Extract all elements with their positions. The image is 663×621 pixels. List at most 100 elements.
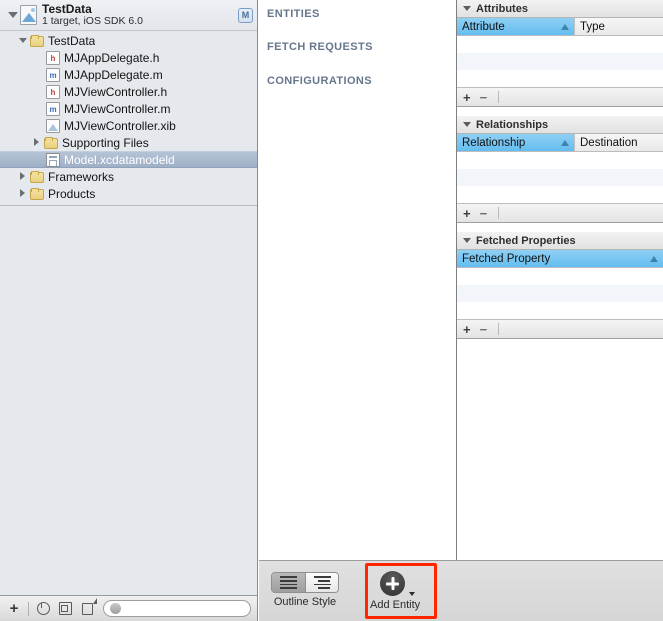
attributes-panel-footer[interactable]: + − bbox=[457, 87, 663, 106]
list-item-label: MJAppDelegate.m bbox=[64, 67, 163, 82]
fetched-properties-panel: Fetched Properties Fetched Property + − bbox=[457, 232, 663, 339]
folder-icon bbox=[30, 35, 44, 47]
section-entities[interactable]: ENTITIES bbox=[259, 8, 455, 20]
header-file-icon: h bbox=[46, 50, 60, 65]
fetched-properties-panel-header[interactable]: Fetched Properties bbox=[457, 232, 663, 250]
column-destination-label: Destination bbox=[580, 136, 638, 149]
footer-divider bbox=[498, 323, 500, 335]
list-item-label: Supporting Files bbox=[62, 135, 149, 150]
table-row[interactable] bbox=[457, 152, 663, 169]
list-item-selected[interactable]: Model.xcdatamodeld bbox=[0, 151, 257, 168]
list-item[interactable]: Frameworks bbox=[0, 168, 257, 185]
search-input[interactable] bbox=[103, 600, 251, 617]
add-relationship-button[interactable]: + bbox=[463, 207, 471, 220]
list-item[interactable]: m MJAppDelegate.m bbox=[0, 66, 257, 83]
column-fetched-property[interactable]: Fetched Property bbox=[457, 250, 663, 267]
remove-fetched-property-button[interactable]: − bbox=[480, 323, 488, 336]
datamodel-inspector[interactable]: Attributes Attribute Type + − Relationsh… bbox=[456, 0, 663, 560]
list-item[interactable]: h MJViewController.h bbox=[0, 83, 257, 100]
column-destination[interactable]: Destination bbox=[575, 134, 663, 151]
remove-relationship-button[interactable]: − bbox=[480, 207, 488, 220]
panel-spacer bbox=[457, 107, 663, 116]
chevron-right-icon[interactable] bbox=[31, 136, 44, 149]
outline-style-segmented-control[interactable] bbox=[271, 572, 339, 593]
edit-filter-icon[interactable] bbox=[79, 601, 95, 617]
attributes-panel-header[interactable]: Attributes bbox=[457, 0, 663, 18]
folder-icon bbox=[30, 171, 44, 183]
list-item[interactable]: h MJAppDelegate.h bbox=[0, 49, 257, 66]
add-entity-icon[interactable] bbox=[380, 571, 406, 596]
fetched-properties-column-header[interactable]: Fetched Property bbox=[457, 250, 663, 268]
graph-style-icon bbox=[313, 576, 331, 589]
chevron-down-icon[interactable] bbox=[463, 6, 471, 11]
table-row[interactable] bbox=[457, 36, 663, 53]
add-icon[interactable] bbox=[6, 601, 22, 617]
modified-badge: M bbox=[238, 7, 253, 23]
chevron-down-icon[interactable] bbox=[463, 238, 471, 243]
relationships-panel-footer[interactable]: + − bbox=[457, 203, 663, 222]
add-fetched-property-button[interactable]: + bbox=[463, 323, 471, 336]
navigator-divider bbox=[0, 205, 257, 206]
fetched-properties-panel-footer[interactable]: + − bbox=[457, 319, 663, 338]
project-name: TestData bbox=[42, 3, 92, 17]
project-header-row[interactable]: TestData 1 target, iOS SDK 6.0 M bbox=[0, 0, 257, 31]
remove-attribute-button[interactable]: − bbox=[480, 91, 488, 104]
xib-file-icon bbox=[46, 118, 60, 133]
table-row[interactable] bbox=[457, 302, 663, 319]
toolbar-divider bbox=[28, 601, 29, 616]
project-navigator-tree[interactable]: TestData h MJAppDelegate.h m MJAppDelega… bbox=[0, 31, 257, 202]
outline-style-control[interactable]: Outline Style bbox=[271, 572, 339, 608]
outline-style-graph-button[interactable] bbox=[305, 573, 338, 592]
list-item-label: MJViewController.xib bbox=[64, 118, 176, 133]
relationships-column-header[interactable]: Relationship Destination bbox=[457, 134, 663, 152]
navigator-bottom-bar[interactable] bbox=[0, 595, 258, 621]
add-entity-control[interactable]: Add Entity bbox=[370, 570, 420, 611]
datamodel-editor[interactable]: ENTITIES FETCH REQUESTS CONFIGURATIONS bbox=[259, 0, 455, 560]
add-attribute-button[interactable]: + bbox=[463, 91, 471, 104]
outline-style-table-button[interactable] bbox=[272, 573, 305, 592]
table-row[interactable] bbox=[457, 169, 663, 186]
section-fetch-requests[interactable]: FETCH REQUESTS bbox=[259, 41, 455, 53]
clock-icon[interactable] bbox=[35, 601, 51, 617]
project-navigator-scroll[interactable]: TestData 1 target, iOS SDK 6.0 M TestDat… bbox=[0, 0, 257, 595]
attributes-rows[interactable] bbox=[457, 36, 663, 87]
list-item[interactable]: MJViewController.xib bbox=[0, 117, 257, 134]
list-item-label: Frameworks bbox=[48, 169, 115, 184]
fetched-properties-rows[interactable] bbox=[457, 268, 663, 319]
table-row[interactable] bbox=[457, 70, 663, 87]
add-entity-button[interactable] bbox=[380, 570, 416, 596]
column-relationship[interactable]: Relationship bbox=[457, 134, 575, 151]
source-control-icon[interactable] bbox=[57, 601, 73, 617]
sort-ascending-icon bbox=[561, 23, 569, 30]
section-configurations[interactable]: CONFIGURATIONS bbox=[259, 75, 455, 87]
column-type[interactable]: Type bbox=[575, 18, 663, 35]
column-relationship-label: Relationship bbox=[462, 136, 526, 149]
list-item[interactable]: m MJViewController.m bbox=[0, 100, 257, 117]
list-item[interactable]: Supporting Files bbox=[0, 134, 257, 151]
table-row[interactable] bbox=[457, 186, 663, 203]
list-item[interactable]: TestData bbox=[0, 32, 257, 49]
table-row[interactable] bbox=[457, 53, 663, 70]
column-fetched-property-label: Fetched Property bbox=[462, 252, 551, 265]
list-item[interactable]: Products bbox=[0, 185, 257, 202]
relationships-rows[interactable] bbox=[457, 152, 663, 203]
attributes-column-header[interactable]: Attribute Type bbox=[457, 18, 663, 36]
chevron-down-icon[interactable] bbox=[6, 9, 18, 21]
chevron-down-icon[interactable] bbox=[17, 34, 30, 47]
editor-bottom-bar[interactable]: Outline Style Add Entity bbox=[259, 560, 663, 621]
header-file-icon: h bbox=[46, 84, 60, 99]
project-navigator[interactable]: TestData 1 target, iOS SDK 6.0 M TestDat… bbox=[0, 0, 258, 595]
chevron-down-icon[interactable] bbox=[409, 592, 416, 596]
list-item-label: Model.xcdatamodeld bbox=[64, 152, 175, 167]
table-row[interactable] bbox=[457, 285, 663, 302]
project-subtitle: 1 target, iOS SDK 6.0 bbox=[42, 14, 143, 27]
sort-ascending-icon bbox=[650, 255, 658, 262]
chevron-right-icon[interactable] bbox=[17, 187, 30, 200]
chevron-down-icon[interactable] bbox=[463, 122, 471, 127]
column-attribute[interactable]: Attribute bbox=[457, 18, 575, 35]
relationships-panel-header[interactable]: Relationships bbox=[457, 116, 663, 134]
add-entity-label: Add Entity bbox=[370, 599, 421, 611]
table-row[interactable] bbox=[457, 268, 663, 285]
footer-divider bbox=[498, 91, 500, 103]
chevron-right-icon[interactable] bbox=[17, 170, 30, 183]
